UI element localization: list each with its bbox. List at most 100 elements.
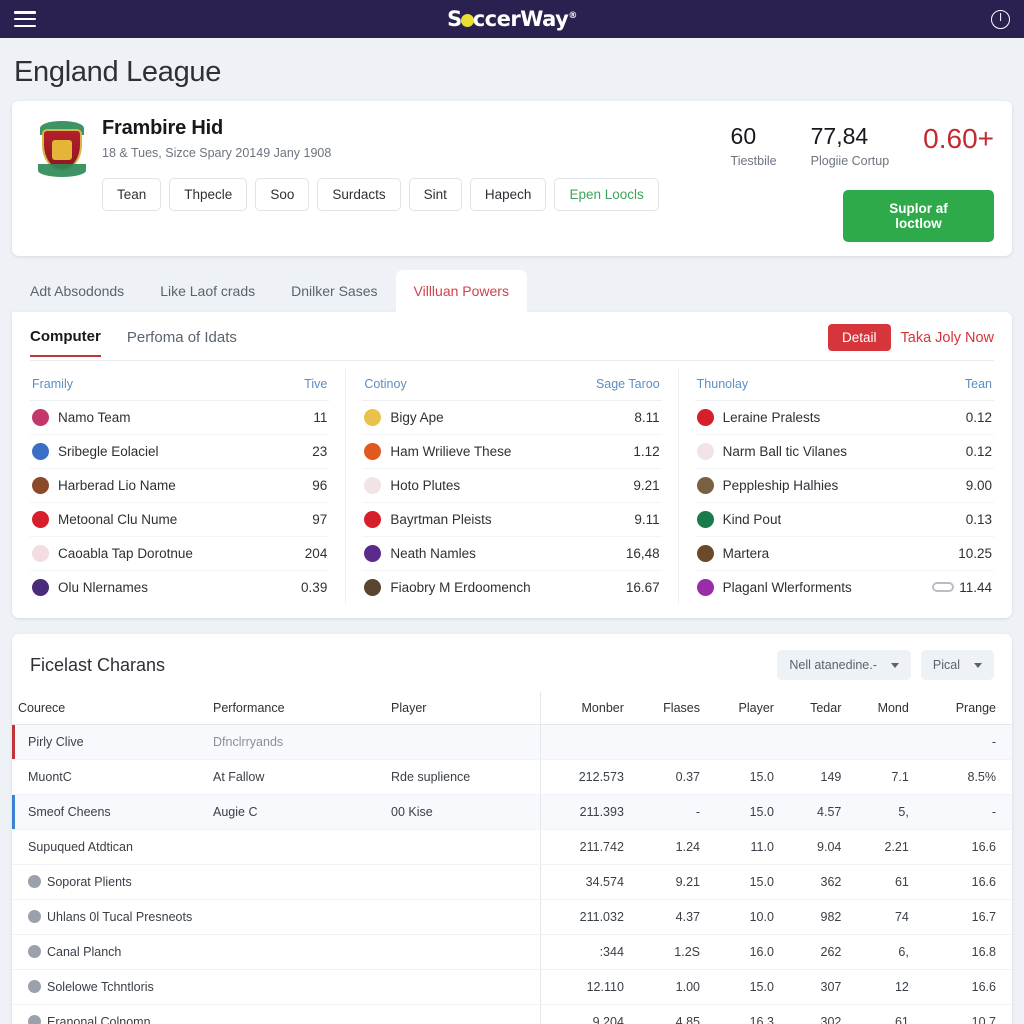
table-row[interactable]: Soporat Plients 34.574 9.21 15.0 362 61 … xyxy=(12,864,1012,900)
table-row[interactable]: MuontC At Fallow Rde suplience 212.573 0… xyxy=(12,759,1012,795)
table-row[interactable]: Smeof Cheens Augie C 00 Kise 211.393 - 1… xyxy=(12,794,1012,830)
cell-tedar xyxy=(779,724,848,760)
list-item-label: Namo Team xyxy=(58,410,131,425)
cell-flases: 1.24 xyxy=(629,829,706,865)
tab-3[interactable]: Villluan Powers xyxy=(395,270,527,312)
page-title: England League xyxy=(14,56,222,88)
col-header-monber[interactable]: Monber xyxy=(539,692,630,725)
list-item[interactable]: Hoto Plutes 9.21 xyxy=(362,469,662,503)
col-header-tedar[interactable]: Tedar xyxy=(779,692,848,725)
list-item-value: 9.11 xyxy=(634,512,660,527)
table-row[interactable]: Supuqued Atdtican 211.742 1.24 11.0 9.04… xyxy=(12,829,1012,865)
list-item[interactable]: Neath Namles 16,48 xyxy=(362,537,662,571)
detail-button[interactable]: Detail xyxy=(828,324,891,351)
avatar xyxy=(364,443,382,460)
chip-5[interactable]: Hapech xyxy=(469,178,547,211)
tab-0[interactable]: Adt Absodonds xyxy=(12,270,142,312)
chip-2[interactable]: Soo xyxy=(255,178,310,211)
bottom-card-header: Ficelast Charans Nell atanedine.- Pical xyxy=(12,634,1012,692)
cell-performance: At Fallow xyxy=(207,759,385,795)
list-item[interactable]: Leraine Pralests 0.12 xyxy=(694,401,994,435)
cell-performance xyxy=(207,829,385,865)
list-item-value: 23 xyxy=(312,444,328,459)
chip-open-locals[interactable]: Epen Loocls xyxy=(554,178,659,211)
col-header-mond[interactable]: Mond xyxy=(847,692,915,725)
cell-player2: 10.0 xyxy=(706,899,780,935)
table-row[interactable]: Pirly Clive Dfnclrryands - xyxy=(12,724,1012,760)
subtab-computer[interactable]: Computer xyxy=(30,328,101,357)
filter-select-pical[interactable]: Pical xyxy=(920,650,994,680)
cell-tedar: 9.04 xyxy=(779,829,848,865)
cell-flases: 4.85 xyxy=(629,1004,706,1024)
list-item[interactable]: Namo Team 11 xyxy=(30,401,330,435)
avatar xyxy=(364,409,382,426)
cell-player xyxy=(385,829,540,865)
table-row[interactable]: Uhlans 0l Tucal Presneots 211.032 4.37 1… xyxy=(12,899,1012,935)
cell-flases: 1.00 xyxy=(629,969,706,1005)
cell-courece: Soporat Plients xyxy=(12,864,207,900)
col-header-player2[interactable]: Player xyxy=(706,692,780,725)
cell-flases: 0.37 xyxy=(629,759,706,795)
hamburger-menu-icon[interactable] xyxy=(14,11,36,27)
cell-player2 xyxy=(706,724,780,760)
take-joly-now-link[interactable]: Taka Joly Now xyxy=(901,330,994,346)
list-item[interactable]: Kind Pout 0.13 xyxy=(694,503,994,537)
list-item[interactable]: Ham Wrilieve These 1.12 xyxy=(362,435,662,469)
power-icon[interactable] xyxy=(991,9,1010,29)
list-item[interactable]: Fiaobry M Erdoomench 16.67 xyxy=(362,571,661,604)
avatar xyxy=(32,409,49,426)
chevron-down-icon xyxy=(890,662,899,668)
main-tab-strip: Adt Absodonds Like Laof crads Dnilker Sa… xyxy=(12,270,1012,312)
table-row[interactable]: Canal Planch :344 1.2S 16.0 262 6, 16.8 xyxy=(12,934,1012,970)
chip-1[interactable]: Thpecle xyxy=(169,178,248,211)
col-header-prange[interactable]: Prange xyxy=(914,692,1012,725)
col-header-flases[interactable]: Flases xyxy=(629,692,706,725)
list-item[interactable]: Plaganl Wlerforments 11.44 xyxy=(695,571,994,604)
list-item-label: Metoonal Clu Nume xyxy=(58,512,178,527)
cell-prange: 16.7 xyxy=(914,899,1012,935)
filter-select-standings[interactable]: Nell atanedine.- xyxy=(777,650,911,680)
cell-player2: 16.0 xyxy=(706,934,780,970)
subtab-performa[interactable]: Perfoma of Idats xyxy=(127,329,237,356)
list-item-value: 11.44 xyxy=(959,580,992,595)
cell-player xyxy=(385,864,540,900)
col-header-courece[interactable]: Courece xyxy=(12,692,207,725)
list-item-value: 11 xyxy=(313,410,328,425)
list-item[interactable]: Martera 10.25 xyxy=(694,537,994,571)
table-row[interactable]: Eranonal Colnomn 9.204 4.85 16.3 302 61 … xyxy=(12,1004,1012,1024)
tab-1[interactable]: Like Laof crads xyxy=(142,270,273,312)
cell-performance xyxy=(207,934,385,970)
list-item[interactable]: Peppleship Halhies 9.00 xyxy=(694,469,994,503)
cell-prange: 16.8 xyxy=(914,934,1012,970)
stat-highlight: 0.60+ xyxy=(923,123,994,155)
list-item[interactable]: Metoonal Clu Nume 97 xyxy=(30,503,330,537)
stats-columns: Framily Tive Namo Team 11 Sribegle Eolaci… xyxy=(12,361,1012,604)
list-item[interactable]: Harberad Lio Name 96 xyxy=(30,469,330,503)
table-row[interactable]: Solelowe Tchntloris 12.110 1.00 15.0 307… xyxy=(12,969,1012,1005)
list-item-value: 10.25 xyxy=(958,546,992,561)
list-item-value: 0.12 xyxy=(965,444,992,459)
cell-tedar: 262 xyxy=(779,934,848,970)
col-header-performance[interactable]: Performance xyxy=(207,692,385,725)
avatar xyxy=(696,409,714,426)
list-item[interactable]: Sribegle Eolaciel 23 xyxy=(30,435,330,469)
list-item[interactable]: Caoabla Tap Dorotnue 204 xyxy=(30,537,330,571)
chip-0[interactable]: Tean xyxy=(102,178,162,211)
list-item[interactable]: Bayrtman Pleists 9.11 xyxy=(362,503,662,537)
cell-mond xyxy=(847,724,915,760)
list-item[interactable]: Olu Nlernames 0.39 xyxy=(30,571,329,604)
list-item-label: Bayrtman Pleists xyxy=(390,512,492,527)
row-avatar-icon xyxy=(28,945,41,958)
cell-tedar: 4.57 xyxy=(779,794,848,830)
subscribe-button[interactable]: Suplor af loctlow xyxy=(843,190,994,242)
chip-4[interactable]: Sint xyxy=(408,178,462,211)
column-0-header: Framily Tive xyxy=(30,369,330,401)
list-item-label: Hoto Plutes xyxy=(390,478,461,493)
cell-courece: Pirly Clive xyxy=(12,724,207,760)
chip-3[interactable]: Surdacts xyxy=(317,178,401,211)
list-item[interactable]: Bigy Ape 8.11 xyxy=(362,401,662,435)
list-item[interactable]: Narm Ball tic Vilanes 0.12 xyxy=(694,435,994,469)
cell-courece-label: Solelowe Tchntloris xyxy=(47,980,154,994)
tab-2[interactable]: Dnilker Sases xyxy=(273,270,395,312)
col-header-player[interactable]: Player xyxy=(385,692,540,725)
